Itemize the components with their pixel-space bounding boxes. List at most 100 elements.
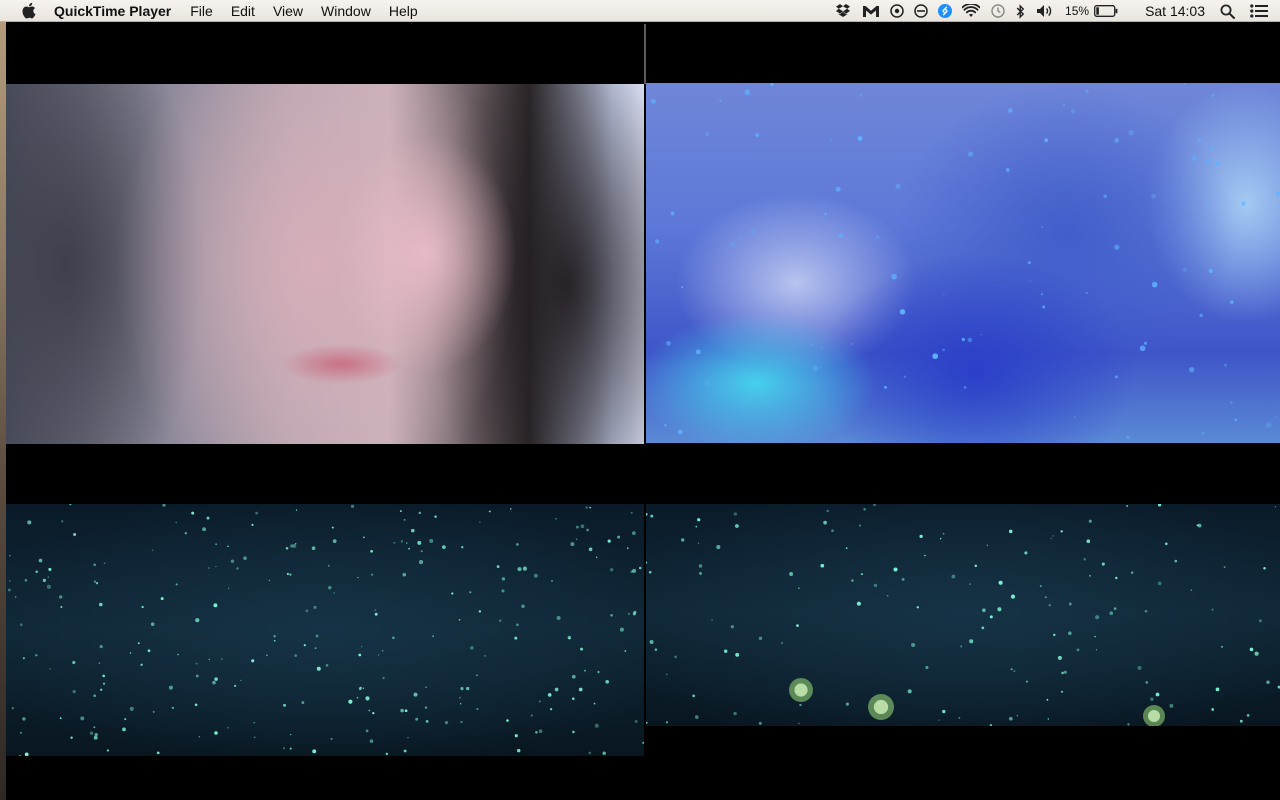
notification-center-icon[interactable] bbox=[1250, 0, 1268, 22]
particle bbox=[184, 532, 187, 535]
particle bbox=[9, 554, 11, 557]
blue-particles-layer bbox=[650, 83, 1280, 439]
particle bbox=[162, 504, 166, 507]
particle bbox=[838, 233, 844, 239]
particle bbox=[911, 642, 916, 648]
particle bbox=[863, 507, 866, 511]
particle bbox=[812, 365, 819, 372]
apple-logo-icon[interactable] bbox=[20, 2, 36, 20]
particle bbox=[93, 580, 96, 583]
particle bbox=[1139, 345, 1146, 352]
particle bbox=[402, 572, 407, 577]
particle bbox=[129, 652, 132, 654]
particle bbox=[1265, 421, 1272, 428]
particle bbox=[584, 669, 586, 672]
particle bbox=[886, 594, 889, 597]
particle bbox=[215, 543, 217, 545]
particle bbox=[70, 736, 73, 739]
particle bbox=[506, 719, 509, 722]
particle bbox=[851, 579, 854, 582]
player-window-2[interactable] bbox=[646, 24, 1280, 444]
particle bbox=[1224, 363, 1227, 367]
particle bbox=[830, 139, 832, 142]
particle bbox=[1221, 646, 1223, 648]
do-not-disturb-icon[interactable] bbox=[914, 0, 928, 22]
menu-file[interactable]: File bbox=[181, 0, 222, 22]
video-frame-teal-particles-2[interactable] bbox=[646, 504, 1280, 726]
menu-help[interactable]: Help bbox=[380, 0, 427, 22]
particle bbox=[716, 545, 721, 550]
particle bbox=[1144, 341, 1147, 345]
particle bbox=[516, 748, 521, 753]
player-window-1[interactable] bbox=[6, 24, 644, 444]
particle bbox=[1197, 523, 1202, 528]
time-machine-icon[interactable] bbox=[990, 0, 1006, 22]
particle bbox=[98, 662, 101, 664]
particle bbox=[285, 547, 289, 550]
particle bbox=[638, 566, 642, 570]
particle bbox=[370, 549, 373, 553]
particle bbox=[1048, 604, 1051, 607]
battery-percent[interactable]: 15% bbox=[1065, 0, 1089, 22]
menu-window[interactable]: Window bbox=[312, 0, 380, 22]
particle bbox=[1060, 530, 1063, 533]
particle bbox=[1200, 154, 1203, 157]
app-menu-quicktime[interactable]: QuickTime Player bbox=[54, 0, 181, 22]
particle bbox=[460, 687, 464, 691]
particle bbox=[61, 520, 64, 523]
particle bbox=[1046, 698, 1049, 701]
menu-view[interactable]: View bbox=[264, 0, 312, 22]
teal-particles-layer-2 bbox=[646, 504, 1280, 726]
particle bbox=[602, 751, 606, 755]
menu-extra-icon[interactable] bbox=[890, 0, 904, 22]
particle bbox=[649, 639, 654, 645]
shazam-icon[interactable] bbox=[938, 0, 953, 22]
particle bbox=[99, 602, 103, 607]
particle bbox=[496, 565, 500, 568]
particle bbox=[967, 337, 973, 343]
particle bbox=[1144, 609, 1148, 613]
particle bbox=[758, 636, 763, 641]
volume-icon[interactable] bbox=[1036, 0, 1054, 22]
bluetooth-icon[interactable] bbox=[1016, 0, 1026, 22]
particle bbox=[884, 385, 887, 389]
particle bbox=[19, 754, 21, 756]
wifi-icon[interactable] bbox=[962, 0, 981, 22]
particle bbox=[744, 89, 751, 95]
particle bbox=[986, 544, 989, 547]
dropbox-icon[interactable] bbox=[836, 0, 852, 22]
player-window-3[interactable] bbox=[6, 446, 644, 800]
particle bbox=[981, 626, 985, 630]
particle bbox=[484, 655, 486, 657]
spotlight-search-icon[interactable] bbox=[1220, 0, 1235, 22]
particle bbox=[1039, 585, 1042, 588]
particle bbox=[19, 731, 22, 734]
video-frame-portrait[interactable] bbox=[6, 84, 644, 444]
particle bbox=[1145, 681, 1149, 684]
video-frame-blue-particles[interactable] bbox=[646, 83, 1280, 443]
battery-icon[interactable] bbox=[1094, 0, 1118, 22]
particle bbox=[770, 83, 774, 86]
particle bbox=[585, 506, 588, 509]
particle bbox=[677, 429, 683, 435]
particle bbox=[1114, 244, 1120, 250]
particle bbox=[516, 543, 519, 546]
particle bbox=[141, 605, 144, 609]
player-window-4[interactable] bbox=[646, 446, 1280, 800]
particle bbox=[1211, 94, 1215, 97]
particle bbox=[758, 721, 762, 725]
gmail-notifier-icon[interactable] bbox=[862, 0, 880, 22]
particle bbox=[1076, 648, 1080, 652]
particle bbox=[632, 568, 637, 573]
particle bbox=[666, 673, 668, 676]
video-frame-teal-particles-1[interactable] bbox=[6, 504, 644, 756]
menu-edit[interactable]: Edit bbox=[222, 0, 264, 22]
particle bbox=[1127, 723, 1130, 726]
particle bbox=[514, 734, 518, 738]
particle bbox=[95, 582, 99, 585]
particle bbox=[476, 707, 479, 711]
particle bbox=[681, 286, 684, 289]
particle bbox=[589, 506, 591, 509]
menu-bar-clock[interactable]: Sat 14:03 bbox=[1145, 0, 1205, 22]
particle bbox=[516, 623, 519, 627]
